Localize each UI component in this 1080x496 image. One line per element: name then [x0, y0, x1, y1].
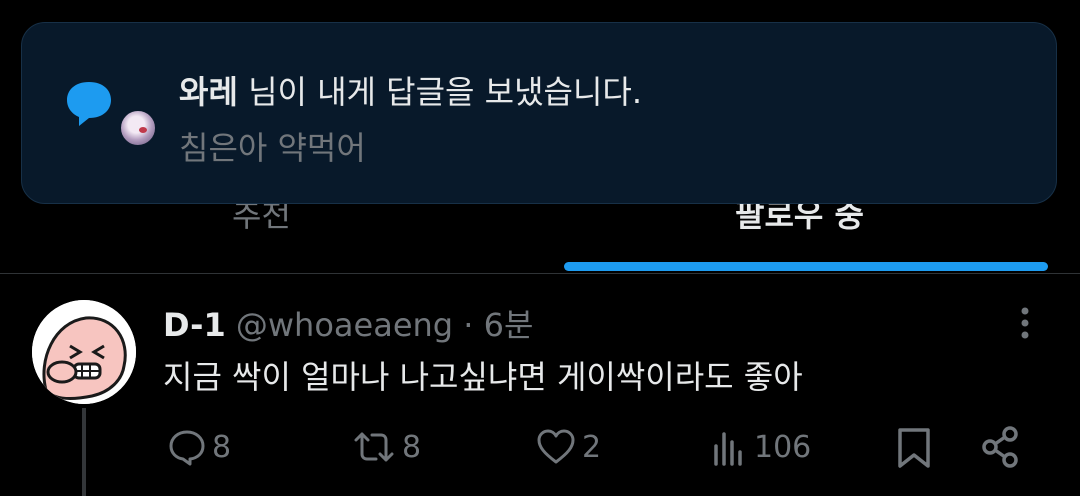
post-actions: 8 8 2 106 [0, 422, 1080, 472]
notification-message: 님이 내게 답글을 보냈습니다. [237, 73, 643, 111]
active-tab-indicator [564, 262, 1048, 271]
like-count: 2 [582, 429, 602, 465]
author-name[interactable]: D-1 [163, 306, 226, 344]
repost-icon [354, 432, 394, 462]
reply-count: 8 [212, 429, 232, 465]
reply-notification-toast[interactable]: 와레 님이 내게 답글을 보냈습니다. 침은아 약먹어 [21, 22, 1057, 204]
analytics-icon [714, 432, 742, 466]
like-button[interactable]: 2 [536, 422, 601, 472]
post-avatar[interactable] [32, 300, 136, 404]
more-options-icon[interactable] [1010, 303, 1040, 343]
reply-button[interactable]: 8 [168, 422, 231, 472]
notification-title: 와레 님이 내게 답글을 보냈습니다. [179, 67, 642, 113]
share-icon[interactable] [980, 422, 1024, 472]
sender-avatar [119, 109, 157, 147]
heart-icon [537, 429, 575, 464]
bookmark-icon[interactable] [895, 422, 933, 472]
views-button[interactable]: 106 [712, 422, 811, 472]
repost-button[interactable]: 8 [352, 422, 421, 472]
post-header: D-1 @whoaeaeng · 6분 [163, 300, 533, 346]
reply-preview: 침은아 약먹어 [179, 129, 366, 167]
speech-bubble-icon [67, 82, 111, 126]
sender-name: 와레 [179, 73, 238, 111]
peach-character-icon [32, 300, 136, 404]
repost-count: 8 [402, 429, 422, 465]
view-count: 106 [754, 429, 812, 465]
author-handle[interactable]: @whoaeaeng [236, 306, 453, 344]
post-text: 지금 싹이 얼마나 나고싶냐면 게이싹이라도 좋아 [163, 358, 803, 396]
divider [0, 273, 1080, 274]
separator-dot: · [453, 306, 484, 344]
post-time[interactable]: 6분 [484, 306, 534, 344]
reply-icon [169, 430, 205, 466]
